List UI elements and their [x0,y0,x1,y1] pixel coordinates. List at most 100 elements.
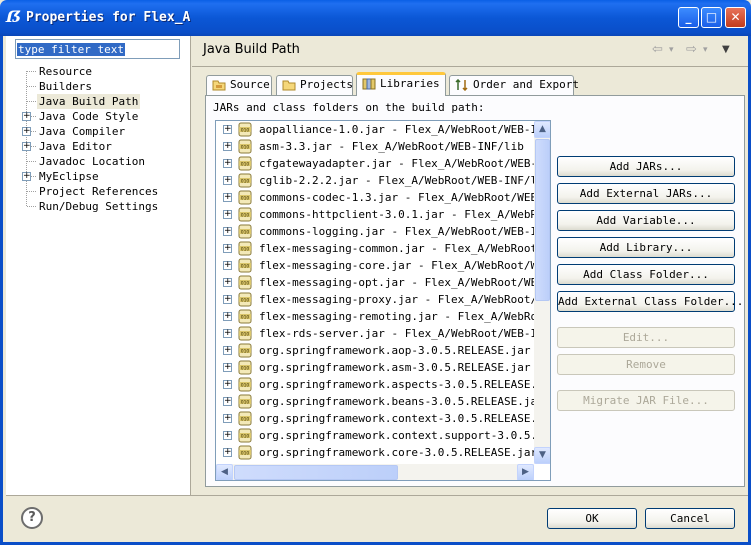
tree-expand-icon[interactable]: + [22,127,31,136]
cancel-button[interactable]: Cancel [645,508,735,529]
jar-row[interactable]: +010 org.springframework.core-3.0.5.RELEA… [216,444,534,461]
jar-row[interactable]: +010 cfgatewayadapter.jar - Flex_A/WebRoo… [216,155,534,172]
svg-text:010: 010 [241,145,250,151]
jar-row[interactable]: +010 asm-3.3.jar - Flex_A/WebRoot/WEB-INF… [216,138,534,155]
tree-branch-line [27,101,36,102]
jar-row[interactable]: +010 org.springframework.context-3.0.5.RE… [216,410,534,427]
jar-row[interactable]: +010 flex-messaging-proxy.jar - Flex_A/We… [216,291,534,308]
jar-row[interactable]: +010 cglib-2.2.2.jar - Flex_A/WebRoot/WEB… [216,172,534,189]
horizontal-scrollbar[interactable]: ◀ ▶ [216,464,534,480]
add-jars-button[interactable]: Add JARs... [557,156,735,177]
tree-expand-icon[interactable]: + [22,142,31,151]
expand-icon[interactable]: + [223,176,232,185]
tree-item-javadoc-location[interactable]: Javadoc Location [37,154,147,169]
tab-source[interactable]: Source [206,75,272,95]
jar-row[interactable]: +010 org.springframework.aop-3.0.5.RELEAS… [216,342,534,359]
tree-item-java-build-path[interactable]: Java Build Path [37,94,141,109]
expand-icon[interactable]: + [223,227,232,236]
jar-row[interactable]: +010 flex-messaging-common.jar - Flex_A/W… [216,240,534,257]
tree-branch-line [27,206,36,207]
add-library-button[interactable]: Add Library... [557,237,735,258]
expand-icon[interactable]: + [223,125,232,134]
jar-icon: 010 [238,241,252,256]
jar-list[interactable]: +010 aopalliance-1.0.jar - Flex_A/WebRoot… [215,120,551,481]
jar-row[interactable]: +010 commons-codec-1.3.jar - Flex_A/WebRo… [216,189,534,206]
window-frame: type filter text Resource Builders Java Bu… [0,36,751,545]
jar-row[interactable]: +010 commons-logging.jar - Flex_A/WebRoot… [216,223,534,240]
tree-item-run-debug-settings[interactable]: Run/Debug Settings [37,199,160,214]
tree-item-project-references[interactable]: Project References [37,184,160,199]
add-external-jars-button[interactable]: Add External JARs... [557,183,735,204]
tree-item-builders[interactable]: Builders [37,79,94,94]
remove-button[interactable]: Remove [557,354,735,375]
jar-row[interactable]: +010 flex-rds-server.jar - Flex_A/WebRoot… [216,325,534,342]
tree-branch-line [27,86,36,87]
maximize-button[interactable]: □ [701,7,722,28]
tree-expand-icon[interactable]: + [22,172,31,181]
expand-icon[interactable]: + [223,159,232,168]
tree-item-java-editor[interactable]: Java Editor [37,139,114,154]
scroll-down-button[interactable]: ▼ [534,447,550,464]
expand-icon[interactable]: + [223,312,232,321]
forward-icon[interactable]: ⇨ [686,42,697,57]
vertical-scroll-thumb[interactable] [535,139,550,301]
tree-item-java-compiler[interactable]: Java Compiler [37,124,127,139]
tree-item-resource[interactable]: Resource [37,64,94,79]
back-icon[interactable]: ⇦ [652,42,663,57]
expand-icon[interactable]: + [223,431,232,440]
tree-item-java-code-style[interactable]: Java Code Style [37,109,140,124]
expand-icon[interactable]: + [223,142,232,151]
jar-row[interactable]: +010 flex-messaging-opt.jar - Flex_A/WebR… [216,274,534,291]
jar-row[interactable]: +010 org.springframework.beans-3.0.5.RELE… [216,393,534,410]
jar-row[interactable]: +010 org.springframework.aspects-3.0.5.RE… [216,376,534,393]
jar-icon: 010 [238,207,252,222]
title-bar[interactable]: ẞ Properties for Flex_A _ □ ✕ [0,0,751,36]
jar-row[interactable]: +010 org.springframework.asm-3.0.5.RELEAS… [216,359,534,376]
add-variable-button[interactable]: Add Variable... [557,210,735,231]
tree-expand-icon[interactable]: + [22,112,31,121]
jar-row[interactable]: +010 flex-messaging-remoting.jar - Flex_A… [216,308,534,325]
add-external-class-folder-button[interactable]: Add External Class Folder... [557,291,743,312]
horizontal-scroll-thumb[interactable] [234,465,398,480]
expand-icon[interactable]: + [223,210,232,219]
jar-label: org.springframework.aop-3.0.5.RELEASE.ja… [259,344,534,357]
close-button[interactable]: ✕ [725,7,746,28]
minimize-button[interactable]: _ [678,7,699,28]
jar-row[interactable]: +010 org.springframework.context.support-… [216,427,534,444]
expand-icon[interactable]: + [223,261,232,270]
expand-icon[interactable]: + [223,193,232,202]
expand-icon[interactable]: + [223,244,232,253]
scroll-left-button[interactable]: ◀ [216,464,233,480]
forward-menu-icon[interactable]: ▾ [703,45,708,55]
tree-item-myeclipse[interactable]: MyEclipse [37,169,101,184]
expand-icon[interactable]: + [223,363,232,372]
svg-text:010: 010 [241,383,250,389]
add-class-folder-button[interactable]: Add Class Folder... [557,264,735,285]
jar-row[interactable]: +010 aopalliance-1.0.jar - Flex_A/WebRoot… [216,121,534,138]
filter-input[interactable]: type filter text [15,39,180,59]
scroll-up-button[interactable]: ▲ [534,121,550,138]
expand-icon[interactable]: + [223,380,232,389]
scroll-right-button[interactable]: ▶ [517,464,534,480]
expand-icon[interactable]: + [223,278,232,287]
tab-order-export[interactable]: Order and Export [449,75,579,95]
tab-libraries[interactable]: Libraries [356,72,446,96]
expand-icon[interactable]: + [223,329,232,338]
tab-projects[interactable]: Projects [276,75,353,95]
migrate-jar-file-button[interactable]: Migrate JAR File... [557,390,735,411]
vertical-scrollbar[interactable]: ▲ ▼ [534,121,550,464]
expand-icon[interactable]: + [223,414,232,423]
ok-button[interactable]: OK [547,508,637,529]
jar-row[interactable]: +010 flex-messaging-core.jar - Flex_A/Web… [216,257,534,274]
edit-button[interactable]: Edit... [557,327,735,348]
view-menu-icon[interactable]: ▼ [722,44,730,55]
expand-icon[interactable]: + [223,346,232,355]
filter-placeholder: type filter text [17,43,125,56]
expand-icon[interactable]: + [223,448,232,457]
jar-row[interactable]: +010 commons-httpclient-3.0.1.jar - Flex_… [216,206,534,223]
svg-text:010: 010 [241,247,250,253]
back-menu-icon[interactable]: ▾ [669,45,674,55]
help-icon[interactable]: ? [21,507,43,529]
expand-icon[interactable]: + [223,295,232,304]
expand-icon[interactable]: + [223,397,232,406]
